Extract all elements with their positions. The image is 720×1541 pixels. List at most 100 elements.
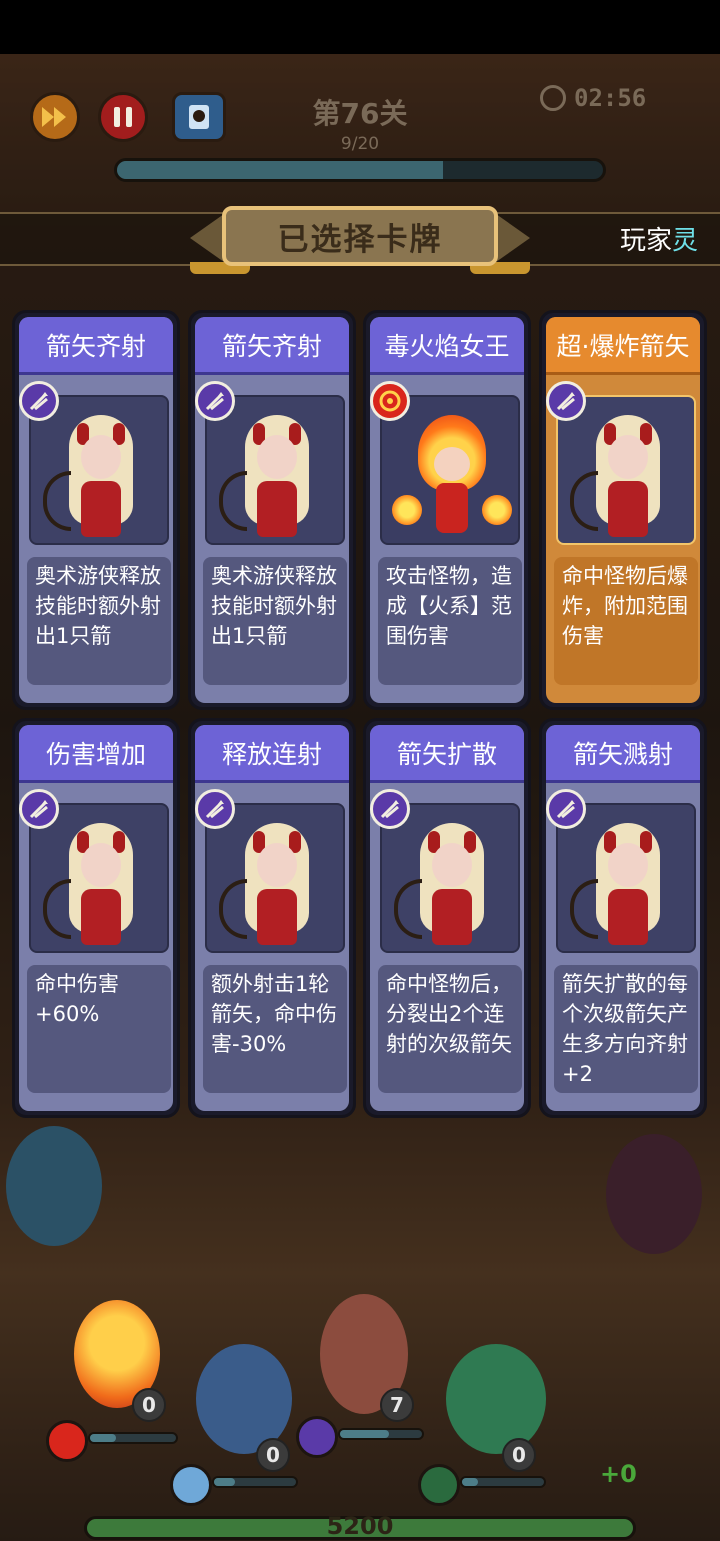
card[interactable]: 毒火焰女王攻击怪物，造成【火系】范围伤害 (363, 310, 531, 710)
bonus-counter: +0 (600, 1460, 637, 1488)
card-face: 箭矢齐射奥术游侠释放技能时额外射出1只箭 (19, 317, 173, 703)
card-face: 毒火焰女王攻击怪物，造成【火系】范围伤害 (370, 317, 524, 703)
card-title: 毒火焰女王 (370, 317, 524, 375)
fast-forward-icon (42, 107, 66, 127)
ranger-hero-bar (338, 1428, 424, 1440)
card[interactable]: 超·爆炸箭矢 命中怪物后爆炸，附加范围伤害 (539, 310, 707, 710)
hero-face (257, 843, 297, 887)
gold-value: 5200 (326, 1512, 394, 1540)
nature-hero-count: 0 (502, 1438, 536, 1472)
card[interactable]: 箭矢扩散命中怪物后，分裂出2个连射的次级箭矢 (363, 718, 531, 1118)
fire-hero-bar (88, 1432, 178, 1444)
banner-ribbon-right (496, 214, 530, 262)
selected-cards-banner: 已选择卡牌 (222, 206, 498, 266)
card-description: 奥术游侠释放技能时额外射出1只箭 (27, 557, 171, 685)
card[interactable]: 释放连射额外射击1轮箭矢，命中伤害-30% (188, 718, 356, 1118)
card-title: 箭矢齐射 (195, 317, 349, 375)
fire-target-icon (370, 381, 410, 421)
bow (219, 879, 247, 939)
card-title: 箭矢扩散 (370, 725, 524, 783)
hero-face (81, 843, 121, 887)
hero-body (81, 889, 121, 945)
hero-body (257, 889, 297, 945)
card-deck-button[interactable] (172, 92, 226, 142)
player-tab[interactable]: 玩家灵 (620, 220, 720, 257)
card-description: 额外射击1轮箭矢，命中伤害-30% (203, 965, 347, 1093)
hero-face (434, 447, 470, 481)
pause-button[interactable] (98, 92, 148, 142)
fireball-left (392, 495, 422, 525)
card-title: 伤害增加 (19, 725, 173, 783)
card-title: 释放连射 (195, 725, 349, 783)
card-title: 超·爆炸箭矢 (546, 317, 700, 375)
nature-hero-bar (460, 1476, 546, 1488)
nature-hero[interactable] (446, 1344, 546, 1454)
ice-hero-count: 0 (256, 1438, 290, 1472)
card-description: 命中怪物后，分裂出2个连射的次级箭矢 (378, 965, 522, 1093)
player-tab-label: 玩家 (620, 226, 673, 256)
arrows-icon (195, 789, 235, 829)
hero-face (257, 435, 297, 479)
hero-face (608, 435, 648, 479)
card-title: 箭矢齐射 (19, 317, 173, 375)
card[interactable]: 箭矢齐射奥术游侠释放技能时额外射出1只箭 (188, 310, 356, 710)
hero-body (257, 481, 297, 537)
card-description: 箭矢扩散的每个次级箭矢产生多方向齐射+2 (554, 965, 698, 1093)
wave-progress-bar (114, 158, 606, 182)
card-face: 箭矢齐射奥术游侠释放技能时额外射出1只箭 (195, 317, 349, 703)
fire-target-icon (46, 1420, 88, 1462)
card-description: 命中伤害+60% (27, 965, 171, 1093)
hero-face (432, 843, 472, 887)
fast-forward-button[interactable] (30, 92, 80, 142)
hero-body (81, 481, 121, 537)
hero-face (608, 843, 648, 887)
bow (570, 879, 598, 939)
clock-icon (540, 85, 566, 111)
bow (43, 471, 71, 531)
pause-icon (114, 107, 132, 127)
arrows-icon (195, 381, 235, 421)
card-description: 攻击怪物，造成【火系】范围伤害 (378, 557, 522, 685)
card-title: 箭矢溅射 (546, 725, 700, 783)
fire-hero-count: 0 (132, 1388, 166, 1422)
hero-body (608, 481, 648, 537)
fireball-right (482, 495, 512, 525)
hero-body (608, 889, 648, 945)
ice-hero-bar (212, 1476, 298, 1488)
arrows-icon (546, 381, 586, 421)
dragon-blue (6, 1126, 102, 1246)
card[interactable]: 箭矢齐射奥术游侠释放技能时额外射出1只箭 (12, 310, 180, 710)
hero-body (432, 889, 472, 945)
banner-ribbon-left (190, 214, 224, 262)
card-face: 箭矢扩散命中怪物后，分裂出2个连射的次级箭矢 (370, 725, 524, 1111)
bow (570, 471, 598, 531)
player-tab-label-cut: 灵 (672, 226, 699, 256)
card[interactable]: 伤害增加命中伤害+60% (12, 718, 180, 1118)
arrows-icon (19, 381, 59, 421)
ice-icon (170, 1464, 212, 1506)
wave-progress-fill (117, 161, 443, 179)
card-face: 箭矢溅射箭矢扩散的每个次级箭矢产生多方向齐射+2 (546, 725, 700, 1111)
level-title: 第76关 (312, 97, 408, 130)
arrows-icon (296, 1416, 338, 1458)
arrows-icon (370, 789, 410, 829)
nature-icon (418, 1464, 460, 1506)
arrows-icon (546, 789, 586, 829)
bow (394, 879, 422, 939)
wave-counter: 9/20 (340, 134, 380, 154)
ranger-hero-count: 7 (380, 1388, 414, 1422)
bow (219, 471, 247, 531)
timer: 02:56 (540, 82, 646, 114)
ice-hero[interactable] (196, 1344, 292, 1454)
card-face: 超·爆炸箭矢 命中怪物后爆炸，附加范围伤害 (546, 317, 700, 703)
card-deck-icon (189, 105, 209, 129)
game-scene: 第76关 9/20 02:56 已选择卡牌 玩家灵 箭矢齐射奥术游侠释放技能时额… (0, 54, 720, 1541)
status-bar (0, 0, 720, 54)
arrows-icon (19, 789, 59, 829)
hero-face (81, 435, 121, 479)
card-face: 释放连射额外射击1轮箭矢，命中伤害-30% (195, 725, 349, 1111)
hero-body (436, 483, 468, 533)
card-description: 奥术游侠释放技能时额外射出1只箭 (203, 557, 347, 685)
timer-value: 02:56 (574, 84, 647, 112)
card[interactable]: 箭矢溅射箭矢扩散的每个次级箭矢产生多方向齐射+2 (539, 718, 707, 1118)
